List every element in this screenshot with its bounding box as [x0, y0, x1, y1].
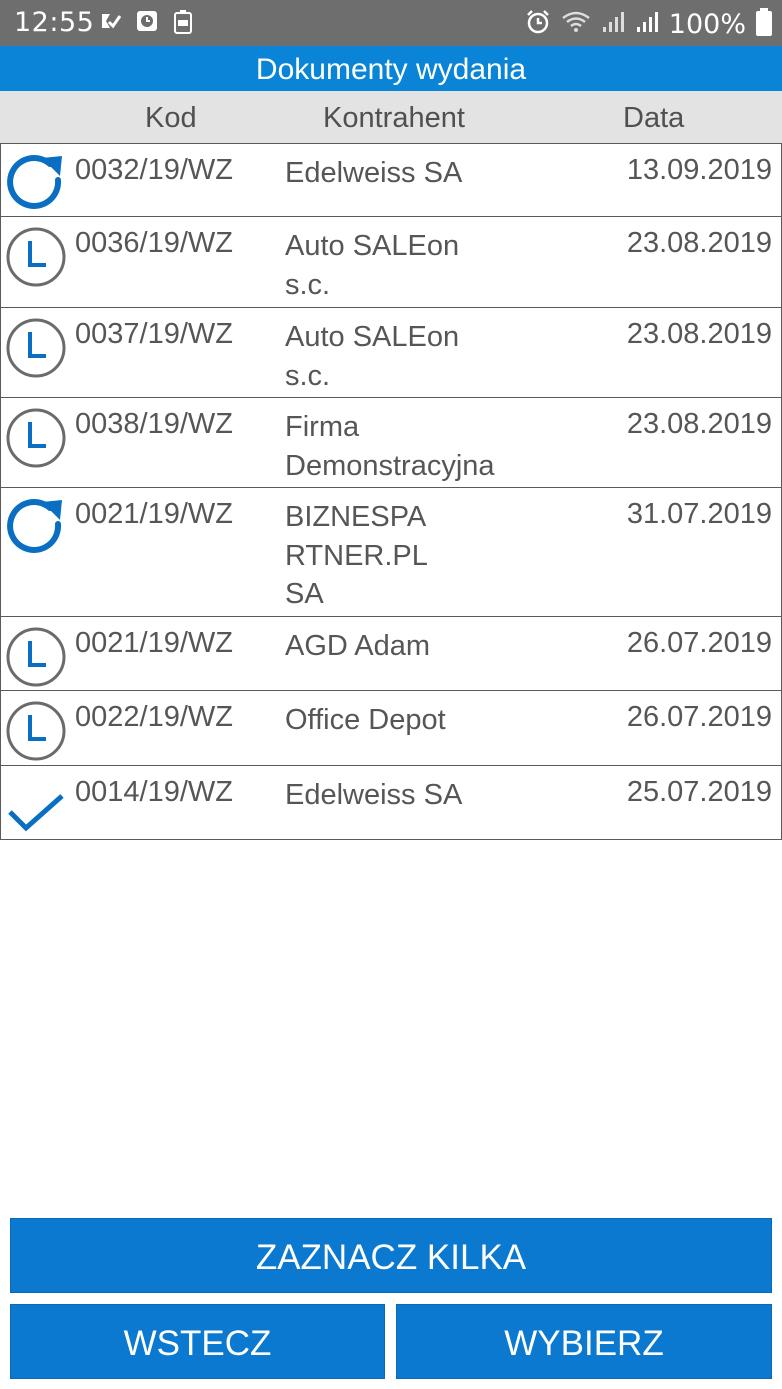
sync-icon [4, 152, 68, 216]
clock-icon [4, 406, 68, 470]
table-row[interactable]: 0037/19/WZ Auto SALEon s.c. 23.08.2019 [0, 308, 782, 398]
signal-icon-2 [635, 10, 659, 38]
row-data: 25.07.2019 [626, 776, 772, 808]
row-kod: 0036/19/WZ [75, 227, 233, 259]
clock-icon [4, 316, 68, 380]
row-data: 26.07.2019 [626, 627, 772, 659]
document-list: 0032/19/WZ Edelweiss SA 13.09.2019 0036/… [0, 143, 782, 840]
table-row[interactable]: 0036/19/WZ Auto SALEon s.c. 23.08.2019 [0, 217, 782, 308]
row-data: 23.08.2019 [626, 227, 772, 259]
check-icon [4, 774, 68, 838]
signal-icon [601, 10, 625, 38]
table-row[interactable]: 0014/19/WZ Edelweiss SA 25.07.2019 [0, 766, 782, 840]
choose-button[interactable]: WYBIERZ [396, 1304, 772, 1379]
row-data: 13.09.2019 [626, 154, 772, 186]
column-header-kod[interactable]: Kod [145, 102, 197, 135]
row-kod: 0037/19/WZ [75, 318, 233, 350]
row-kod: 0022/19/WZ [75, 701, 233, 733]
row-kontrahent: Edelweiss SA [285, 157, 463, 189]
back-button[interactable]: WSTECZ [10, 1304, 385, 1379]
clock-icon [4, 699, 68, 763]
row-data: 31.07.2019 [626, 498, 772, 530]
row-kod: 0021/19/WZ [75, 627, 233, 659]
row-kontrahent: Edelweiss SA [285, 779, 463, 811]
row-kod: 0021/19/WZ [75, 498, 233, 530]
row-kod: 0032/19/WZ [75, 154, 233, 186]
table-row[interactable]: 0021/19/WZ AGD Adam 26.07.2019 [0, 617, 782, 691]
column-header-data[interactable]: Data [623, 102, 684, 135]
battery-saver-icon [172, 10, 194, 34]
table-row[interactable]: 0038/19/WZ Firma Demonstracyjna 23.08.20… [0, 398, 782, 488]
system-icons: 100% [525, 8, 772, 40]
row-kontrahent: Firma Demonstracyjna [285, 411, 495, 482]
row-kontrahent: Auto SALEon s.c. [285, 230, 460, 301]
row-kontrahent: BIZNESPA RTNER.PL SA [285, 501, 428, 610]
table-row[interactable]: 0022/19/WZ Office Depot 26.07.2019 [0, 691, 782, 766]
row-kontrahent: Office Depot [285, 704, 446, 736]
column-header-kontrahent[interactable]: Kontrahent [323, 102, 465, 135]
battery-icon [756, 8, 772, 40]
table-header: Kod Kontrahent Data [0, 91, 782, 143]
battery-percent: 100% [668, 8, 746, 40]
table-row[interactable]: 0032/19/WZ Edelweiss SA 13.09.2019 [0, 143, 782, 217]
row-data: 23.08.2019 [626, 408, 772, 440]
status-time: 12:55 [14, 7, 95, 38]
row-kod: 0014/19/WZ [75, 776, 233, 808]
page-title: Dokumenty wydania [0, 46, 782, 91]
row-kontrahent: AGD Adam [285, 630, 431, 662]
row-data: 26.07.2019 [626, 701, 772, 733]
wifi-icon [561, 10, 591, 38]
row-kontrahent: Auto SALEon s.c. [285, 321, 460, 392]
task-check-icon [100, 10, 122, 32]
clock-icon [4, 225, 68, 289]
sync-icon [4, 496, 68, 560]
select-multiple-button[interactable]: ZAZNACZ KILKA [10, 1218, 772, 1293]
row-data: 23.08.2019 [626, 318, 772, 350]
clock-app-icon [136, 10, 158, 32]
table-row[interactable]: 0021/19/WZ BIZNESPA RTNER.PL SA 31.07.20… [0, 488, 782, 617]
row-kod: 0038/19/WZ [75, 408, 233, 440]
status-bar: 12:55 100% [0, 0, 782, 46]
alarm-icon [525, 9, 551, 39]
notification-icons [100, 10, 194, 34]
clock-icon [4, 625, 68, 689]
